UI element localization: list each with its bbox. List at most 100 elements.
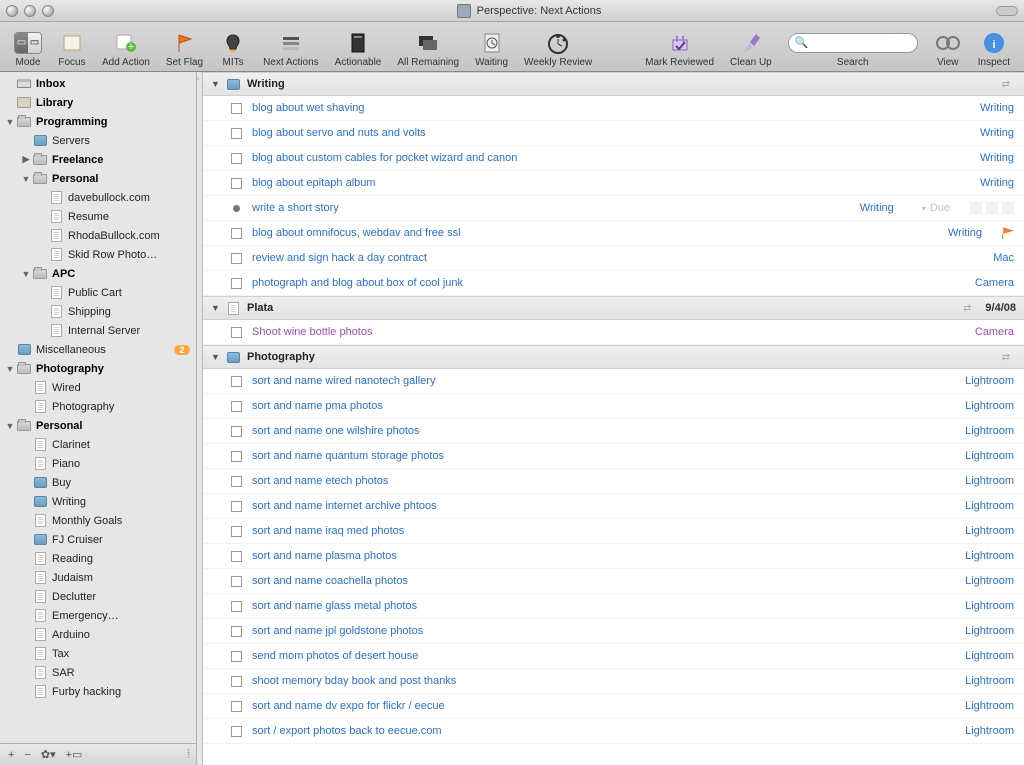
task-row[interactable]: sort and name one wilshire photosLightro…	[203, 419, 1024, 444]
task-context[interactable]: Lightroom	[965, 575, 1014, 587]
task-context[interactable]: Writing	[860, 202, 894, 214]
disclosure-icon[interactable]: ▼	[211, 303, 225, 313]
task-title[interactable]: sort and name jpl goldstone photos	[252, 625, 423, 637]
zoom-window-button[interactable]	[42, 5, 54, 17]
task-title[interactable]: sort and name quantum storage photos	[252, 450, 444, 462]
reorder-icon[interactable]: ⇄	[1002, 79, 1010, 90]
task-title[interactable]: sort and name internet archive phtoos	[252, 500, 437, 512]
task-checkbox[interactable]	[231, 253, 242, 264]
mode-toolbar-item[interactable]: ▭▭ Mode	[8, 24, 48, 70]
task-context[interactable]: Lightroom	[965, 725, 1014, 737]
sidebar-item[interactable]: Writing	[0, 492, 196, 511]
task-row[interactable]: sort and name quantum storage photosLigh…	[203, 444, 1024, 469]
disclosure-icon[interactable]: ▶	[20, 154, 32, 165]
task-checkbox[interactable]	[231, 526, 242, 537]
task-context[interactable]: Writing	[980, 127, 1014, 139]
view-toolbar-item[interactable]: View	[928, 24, 968, 70]
task-row[interactable]: sort and name glass metal photosLightroo…	[203, 594, 1024, 619]
sidebar-item[interactable]: RhodaBullock.com	[0, 226, 196, 245]
task-checkbox[interactable]	[231, 278, 242, 289]
task-row[interactable]: sort and name pma photosLightroom	[203, 394, 1024, 419]
search-input[interactable]	[812, 37, 910, 49]
task-checkbox[interactable]	[231, 178, 242, 189]
task-checkbox[interactable]	[231, 426, 242, 437]
task-context[interactable]: Lightroom	[965, 475, 1014, 487]
toolbar-toggle-pill[interactable]	[996, 6, 1018, 16]
inspect-toolbar-item[interactable]: i Inspect	[972, 24, 1016, 70]
group-header[interactable]: ▼Writing⇄	[203, 72, 1024, 96]
task-checkbox[interactable]	[233, 205, 240, 212]
focus-toolbar-item[interactable]: Focus	[52, 24, 92, 70]
task-row[interactable]: Shoot wine bottle photosCamera	[203, 320, 1024, 345]
sidebar-prog-personal[interactable]: ▼Personal	[0, 169, 196, 188]
task-row[interactable]: sort and name internet archive phtoosLig…	[203, 494, 1024, 519]
sidebar-item[interactable]: Declutter	[0, 587, 196, 606]
sidebar-resizer[interactable]	[197, 72, 203, 765]
task-row[interactable]: blog about servo and nuts and volts Writi…	[203, 121, 1024, 146]
sidebar-item[interactable]: Internal Server	[0, 321, 196, 340]
task-row[interactable]: sort and name plasma photosLightroom	[203, 544, 1024, 569]
disclosure-icon[interactable]: ▼	[20, 174, 32, 184]
task-title[interactable]: blog about wet shaving	[252, 102, 365, 114]
task-context[interactable]: Writing	[980, 152, 1014, 164]
disclosure-icon[interactable]: ▼	[211, 352, 225, 362]
task-row[interactable]: review and sign hack a day contractMac	[203, 246, 1024, 271]
mode-seg-2[interactable]: ▭	[28, 33, 41, 53]
task-checkbox[interactable]	[231, 401, 242, 412]
task-title[interactable]: sort and name one wilshire photos	[252, 425, 420, 437]
task-context[interactable]: Mac	[993, 252, 1014, 264]
task-row[interactable]: shoot memory bday book and post thanksLi…	[203, 669, 1024, 694]
task-checkbox[interactable]	[231, 451, 242, 462]
task-title[interactable]: write a short story	[252, 202, 339, 214]
sidebar-item[interactable]: Servers	[0, 131, 196, 150]
group-header[interactable]: ▼Photography⇄	[203, 345, 1024, 369]
task-row[interactable]: sort and name dv expo for flickr / eecue…	[203, 694, 1024, 719]
mode-seg-1[interactable]: ▭	[15, 33, 28, 53]
sidebar-item[interactable]: Judaism	[0, 568, 196, 587]
task-checkbox[interactable]	[231, 676, 242, 687]
task-context[interactable]: Lightroom	[965, 650, 1014, 662]
task-context[interactable]: Lightroom	[965, 400, 1014, 412]
reorder-icon[interactable]: ⇄	[963, 303, 971, 314]
close-window-button[interactable]	[6, 5, 18, 17]
task-row[interactable]: sort / export photos back to eecue.comLi…	[203, 719, 1024, 744]
flag-icon[interactable]	[1002, 227, 1014, 239]
sidebar-item[interactable]: Wired	[0, 378, 196, 397]
task-context[interactable]: Camera	[975, 277, 1014, 289]
task-row[interactable]: sort and name jpl goldstone photos Lightr…	[203, 619, 1024, 644]
task-checkbox[interactable]	[231, 701, 242, 712]
task-row[interactable]: sort and name wired nanotech galleryLigh…	[203, 369, 1024, 394]
sidebar-item[interactable]: Arduino	[0, 625, 196, 644]
sidebar-item[interactable]: FJ Cruiser	[0, 530, 196, 549]
task-title[interactable]: sort and name etech photos	[252, 475, 388, 487]
sidebar-item[interactable]: Photography	[0, 397, 196, 416]
task-title[interactable]: blog about servo and nuts and volts	[252, 127, 426, 139]
sidebar-item[interactable]: davebullock.com	[0, 188, 196, 207]
reorder-icon[interactable]: ⇄	[1002, 352, 1010, 363]
task-checkbox[interactable]	[231, 153, 242, 164]
sidebar-miscellaneous[interactable]: Miscellaneous2	[0, 340, 196, 359]
task-checkbox[interactable]	[231, 128, 242, 139]
sidebar-personal[interactable]: ▼Personal	[0, 416, 196, 435]
sidebar-apc[interactable]: ▼APC	[0, 264, 196, 283]
sidebar-item[interactable]: Public Cart	[0, 283, 196, 302]
task-row[interactable]: photograph and blog about box of cool ju…	[203, 271, 1024, 296]
task-checkbox[interactable]	[231, 576, 242, 587]
sidebar-item[interactable]: Shipping	[0, 302, 196, 321]
task-context[interactable]: Lightroom	[965, 525, 1014, 537]
task-context[interactable]: Writing	[980, 102, 1014, 114]
task-row[interactable]: blog about epitaph albumWriting	[203, 171, 1024, 196]
task-context[interactable]: Lightroom	[965, 625, 1014, 637]
task-title[interactable]: blog about custom cables for pocket wiza…	[252, 152, 517, 164]
task-checkbox[interactable]	[231, 228, 242, 239]
minimize-window-button[interactable]	[24, 5, 36, 17]
task-context[interactable]: Camera	[975, 326, 1014, 338]
task-context[interactable]: Lightroom	[965, 600, 1014, 612]
task-row[interactable]: send mom photos of desert houseLightroom	[203, 644, 1024, 669]
group-header[interactable]: ▼Plata⇄9/4/08	[203, 296, 1024, 320]
sidebar-freelance[interactable]: ▶Freelance	[0, 150, 196, 169]
task-checkbox[interactable]	[231, 601, 242, 612]
sidebar-item[interactable]: Resume	[0, 207, 196, 226]
flag-off-icon[interactable]	[986, 202, 998, 214]
task-checkbox[interactable]	[231, 726, 242, 737]
